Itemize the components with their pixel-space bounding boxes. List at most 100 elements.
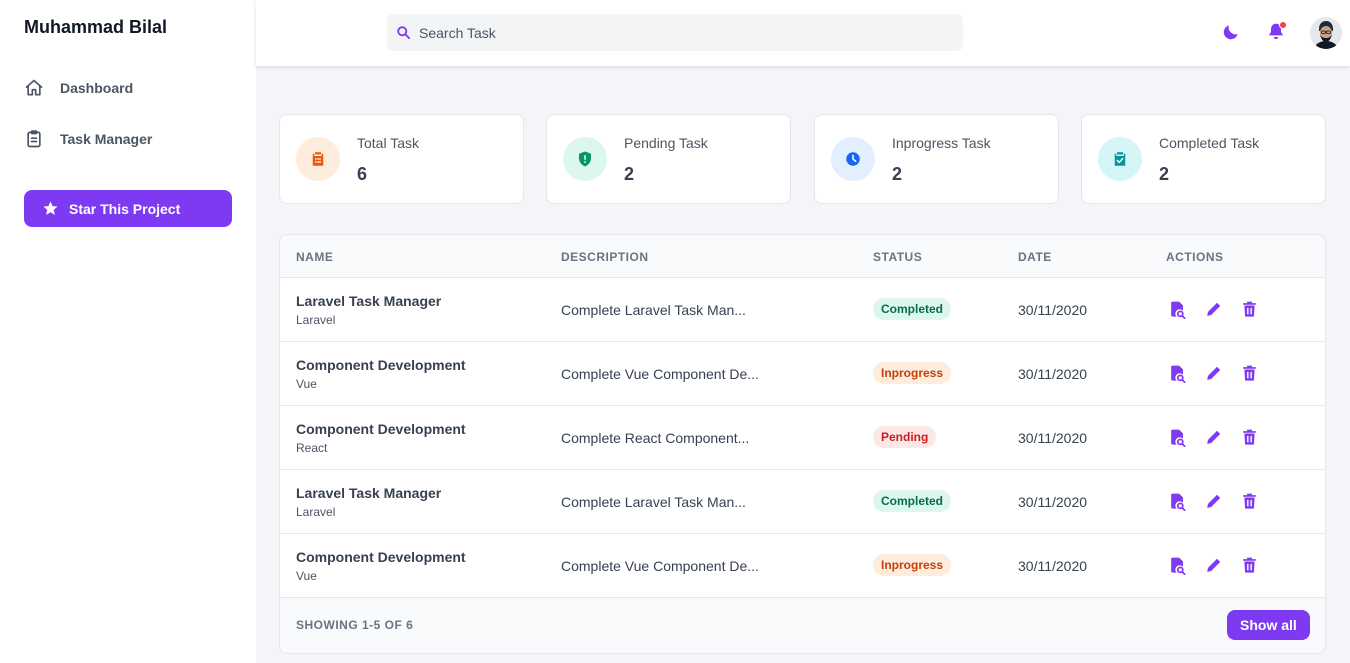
stat-value: 2	[624, 164, 635, 184]
stat-card-pending: Pending Task 2	[546, 114, 791, 204]
view-icon[interactable]	[1168, 300, 1187, 319]
moon-icon[interactable]	[1221, 22, 1241, 42]
task-name-cell: Laravel Task Manager Laravel	[296, 293, 441, 327]
delete-icon[interactable]	[1240, 492, 1259, 511]
stat-label: Pending Task	[624, 135, 708, 151]
bell-icon[interactable]	[1266, 21, 1287, 42]
clipboard-check-icon	[1098, 137, 1142, 181]
star-project-label: Star This Project	[69, 200, 181, 217]
row-actions	[1168, 364, 1259, 383]
task-description: Complete Laravel Task Man...	[561, 494, 746, 510]
brand-name: Muhammad Bilal	[24, 17, 168, 37]
table-row: Component Development Vue Complete Vue C…	[280, 342, 1325, 406]
row-actions	[1168, 556, 1259, 575]
stat-value: 2	[1159, 164, 1170, 184]
edit-icon[interactable]	[1204, 364, 1223, 383]
task-title: Component Development	[296, 357, 466, 373]
task-category: Vue	[296, 377, 317, 391]
task-category: React	[296, 441, 328, 455]
star-icon	[42, 200, 59, 217]
table-row: Laravel Task Manager Laravel Complete La…	[280, 470, 1325, 534]
status-badge: Completed	[873, 298, 952, 320]
task-name-cell: Laravel Task Manager Laravel	[296, 485, 441, 519]
task-title: Laravel Task Manager	[296, 485, 442, 501]
task-category: Laravel	[296, 313, 336, 327]
table-row: Laravel Task Manager Laravel Complete La…	[280, 278, 1325, 342]
row-actions	[1168, 428, 1259, 447]
pagination-info: SHOWING 1-5 OF 6	[296, 618, 414, 632]
search-input[interactable]	[419, 24, 939, 41]
task-date: 30/11/2020	[1018, 430, 1088, 446]
status-badge: Inprogress	[873, 362, 952, 384]
status-badge: Completed	[873, 490, 952, 512]
view-icon[interactable]	[1168, 364, 1187, 383]
task-title: Component Development	[296, 549, 466, 565]
column-header-date: DATE	[1018, 250, 1052, 264]
clipboard-icon	[24, 129, 44, 149]
task-description: Complete Vue Component De...	[561, 558, 759, 574]
task-date: 30/11/2020	[1018, 494, 1088, 510]
table-row: Component Development React Complete Rea…	[280, 406, 1325, 470]
row-actions	[1168, 492, 1259, 511]
sidebar: Muhammad Bilal Dashboard Task Manager St…	[0, 0, 256, 663]
task-date: 30/11/2020	[1018, 302, 1088, 318]
stat-value: 2	[892, 164, 903, 184]
view-icon[interactable]	[1168, 492, 1187, 511]
sidebar-item-label: Task Manager	[60, 131, 153, 147]
stat-card-inprogress: Inprogress Task 2	[814, 114, 1059, 204]
edit-icon[interactable]	[1204, 492, 1223, 511]
stat-value: 6	[357, 164, 368, 184]
task-description: Complete Laravel Task Man...	[561, 302, 746, 318]
search-icon	[396, 25, 411, 40]
task-description: Complete Vue Component De...	[561, 366, 759, 382]
sidebar-item-dashboard[interactable]: Dashboard	[24, 78, 133, 98]
status-badge: Inprogress	[873, 554, 952, 576]
task-name-cell: Component Development React	[296, 421, 466, 455]
task-title: Component Development	[296, 421, 466, 437]
stat-label: Completed Task	[1159, 135, 1260, 151]
clock-icon	[831, 137, 875, 181]
avatar[interactable]	[1310, 17, 1342, 49]
task-date: 30/11/2020	[1018, 558, 1088, 574]
clipboard-list-icon	[296, 137, 340, 181]
task-description: Complete React Component...	[561, 430, 750, 446]
edit-icon[interactable]	[1204, 428, 1223, 447]
top-header	[256, 0, 1350, 66]
sidebar-item-label: Dashboard	[60, 80, 134, 96]
stat-label: Inprogress Task	[892, 135, 991, 151]
column-header-status: STATUS	[873, 250, 923, 264]
notification-dot	[1279, 21, 1287, 29]
task-category: Vue	[296, 569, 317, 583]
shield-exclamation-icon	[563, 137, 607, 181]
task-table: NAME DESCRIPTION STATUS DATE ACTIONS Lar…	[279, 234, 1326, 654]
view-icon[interactable]	[1168, 428, 1187, 447]
task-date: 30/11/2020	[1018, 366, 1088, 382]
stat-label: Total Task	[357, 135, 419, 151]
task-category: Laravel	[296, 505, 336, 519]
status-badge: Pending	[873, 426, 937, 448]
star-project-button[interactable]: Star This Project	[24, 190, 232, 227]
stat-card-total: Total Task 6	[279, 114, 524, 204]
sidebar-item-task-manager[interactable]: Task Manager	[24, 129, 152, 149]
delete-icon[interactable]	[1240, 428, 1259, 447]
column-header-actions: ACTIONS	[1166, 250, 1224, 264]
edit-icon[interactable]	[1204, 556, 1223, 575]
task-name-cell: Component Development Vue	[296, 549, 466, 583]
delete-icon[interactable]	[1240, 300, 1259, 319]
row-actions	[1168, 300, 1259, 319]
table-row: Component Development Vue Complete Vue C…	[280, 534, 1325, 598]
stat-card-completed: Completed Task 2	[1081, 114, 1326, 204]
task-name-cell: Component Development Vue	[296, 357, 466, 391]
search-bar[interactable]	[387, 14, 963, 51]
table-footer: SHOWING 1-5 OF 6 Show all	[280, 598, 1325, 653]
column-header-name: NAME	[296, 250, 334, 264]
table-header: NAME DESCRIPTION STATUS DATE ACTIONS	[280, 235, 1325, 278]
delete-icon[interactable]	[1240, 556, 1259, 575]
view-icon[interactable]	[1168, 556, 1187, 575]
edit-icon[interactable]	[1204, 300, 1223, 319]
column-header-description: DESCRIPTION	[561, 250, 649, 264]
show-all-button[interactable]: Show all	[1227, 610, 1310, 640]
delete-icon[interactable]	[1240, 364, 1259, 383]
task-title: Laravel Task Manager	[296, 293, 442, 309]
home-icon	[24, 78, 44, 98]
